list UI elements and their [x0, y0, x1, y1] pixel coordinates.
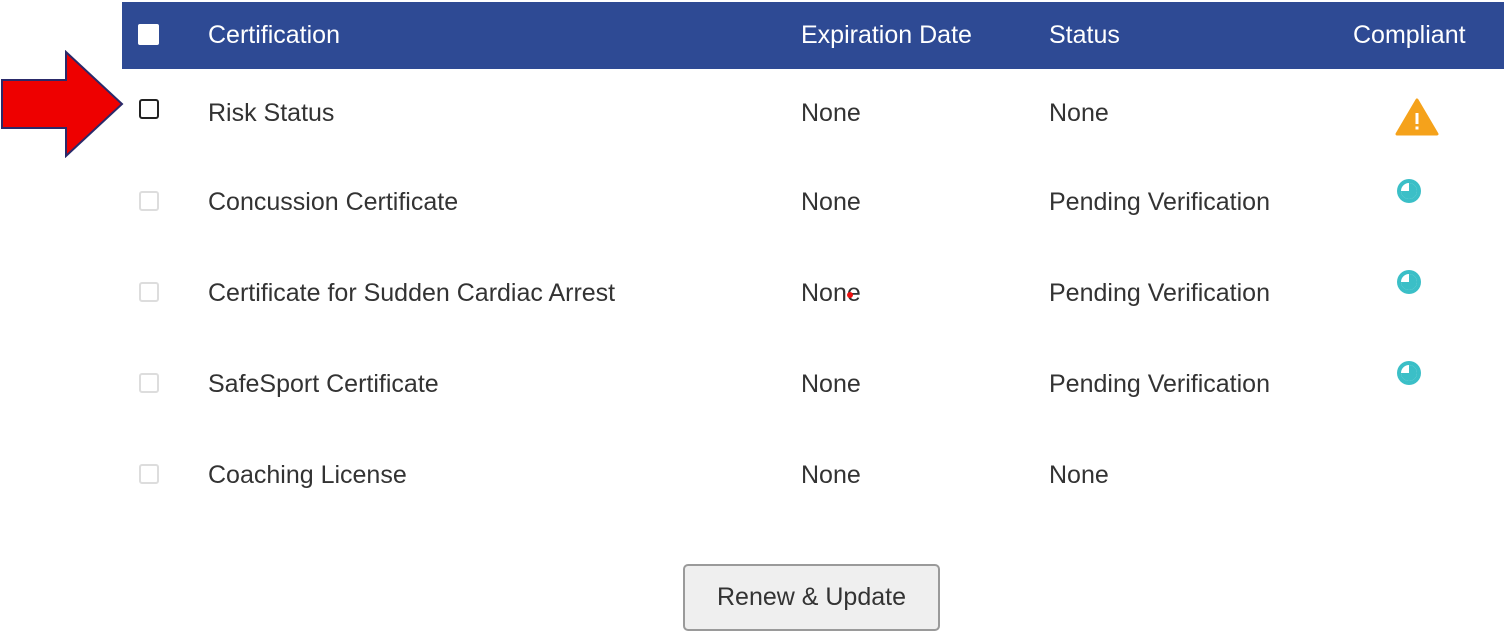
header-certification[interactable]: Certification	[208, 2, 340, 69]
status: Pending Verification	[1049, 188, 1270, 216]
row-checkbox	[139, 282, 159, 302]
certification-name: Coaching License	[208, 461, 407, 489]
table-row: Certificate for Sudden Cardiac Arrest No…	[122, 248, 1504, 339]
expiration-date: None	[801, 99, 861, 127]
cursor-dot	[847, 292, 853, 298]
status: None	[1049, 461, 1109, 489]
expiration-date: None	[801, 370, 861, 398]
clock-icon	[1397, 361, 1421, 385]
row-checkbox	[139, 464, 159, 484]
clock-icon	[1397, 270, 1421, 294]
certification-name: Certificate for Sudden Cardiac Arrest	[208, 279, 616, 307]
renew-update-button[interactable]: Renew & Update	[683, 564, 940, 631]
annotation-arrow-icon	[1, 50, 124, 158]
status: Pending Verification	[1049, 279, 1270, 307]
certification-name: Risk Status	[208, 99, 335, 127]
select-all-checkbox[interactable]	[138, 24, 159, 45]
header-compliant[interactable]: Compliant	[1353, 2, 1466, 69]
status: Pending Verification	[1049, 370, 1270, 398]
warning-icon	[1395, 98, 1439, 136]
expiration-date: None	[801, 461, 861, 489]
header-status[interactable]: Status	[1049, 2, 1120, 69]
certification-name: SafeSport Certificate	[208, 370, 439, 398]
row-checkbox	[139, 191, 159, 211]
header-expiration-date[interactable]: Expiration Date	[801, 2, 972, 69]
table-row: SafeSport Certificate None Pending Verif…	[122, 339, 1504, 430]
certification-table: Certification Expiration Date Status Com…	[122, 2, 1504, 521]
table-row: Concussion Certificate None Pending Veri…	[122, 157, 1504, 248]
table-header: Certification Expiration Date Status Com…	[122, 2, 1504, 69]
row-checkbox	[139, 373, 159, 393]
table-row: Coaching License None None	[122, 430, 1504, 521]
row-checkbox[interactable]	[139, 99, 159, 119]
expiration-date: None	[801, 188, 861, 216]
clock-icon	[1397, 179, 1421, 203]
table-row: Risk Status None None	[122, 69, 1504, 157]
certification-name: Concussion Certificate	[208, 188, 459, 216]
status: None	[1049, 99, 1109, 127]
